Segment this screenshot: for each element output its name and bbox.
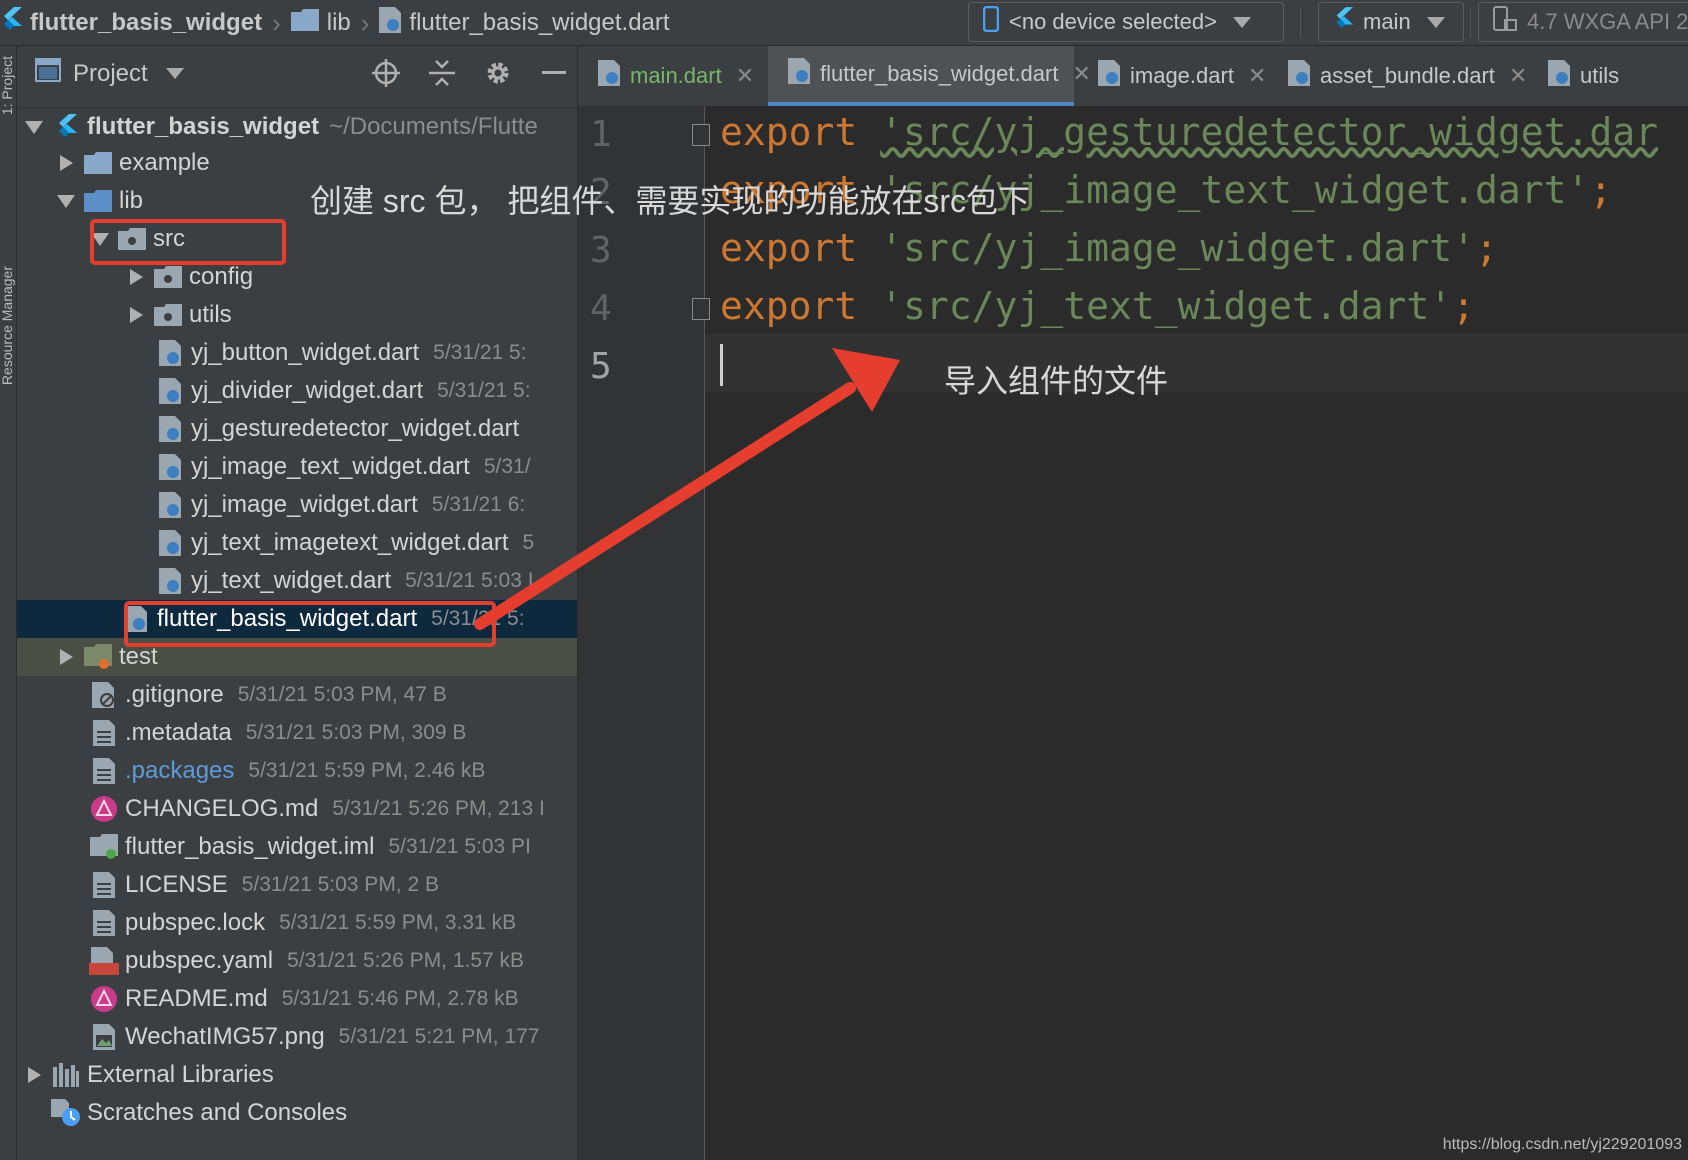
annotation-src-note: 创建 src 包， 把组件、需要实现的功能放在src包下 — [310, 183, 1030, 219]
annotation-arrow — [474, 348, 900, 630]
watermark: https://blog.csdn.net/yj229201093 — [1442, 1136, 1682, 1153]
annotation-import-note: 导入组件的文件 — [944, 363, 1169, 399]
